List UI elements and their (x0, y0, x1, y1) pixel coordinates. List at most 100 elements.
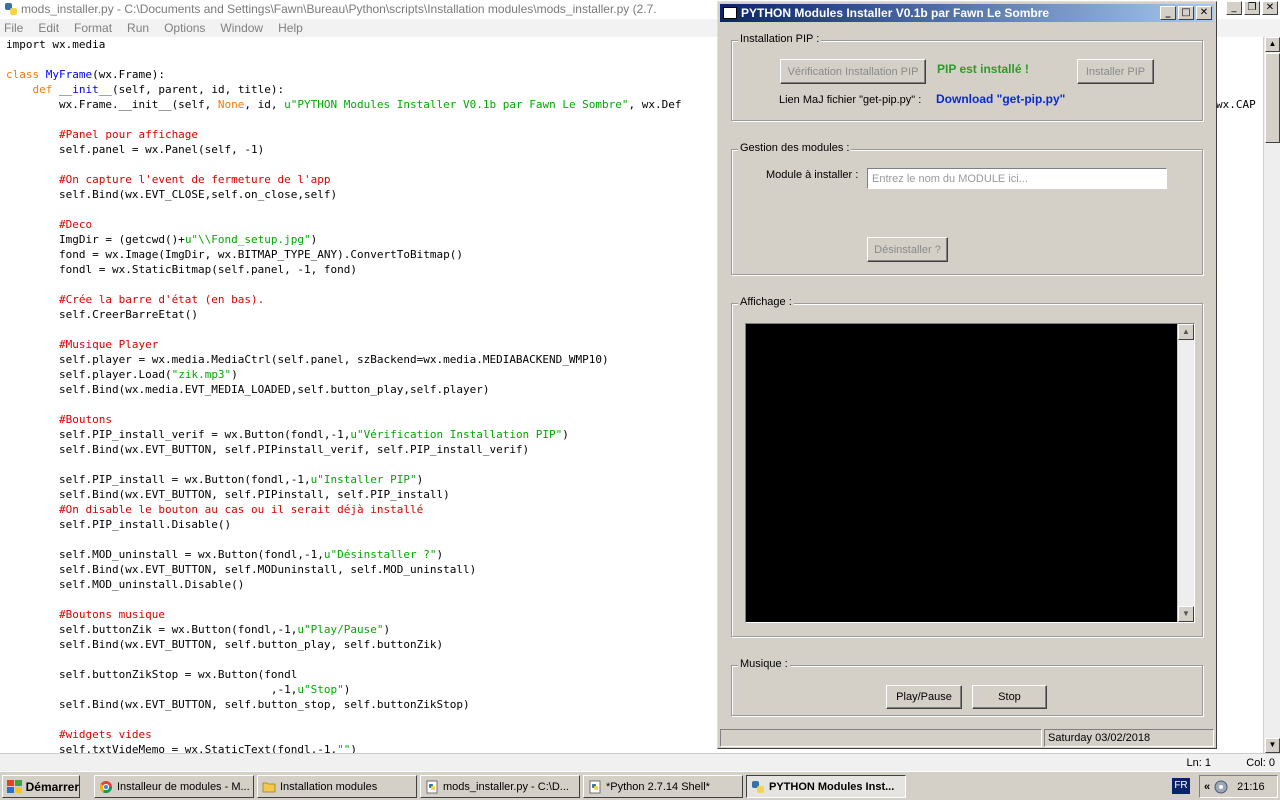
network-icon[interactable] (1214, 780, 1228, 794)
editor-close-button[interactable]: ✕ (1262, 1, 1278, 15)
task-label: mods_installer.py - C:\D... (443, 780, 569, 793)
code-token: self.MOD_uninstall = wx.Button(fondl,-1, (6, 548, 324, 561)
task-label: Installation modules (280, 780, 378, 793)
code-token: __init__ (59, 83, 112, 96)
menu-window[interactable]: Window (220, 21, 263, 35)
scroll-down-arrow-icon[interactable]: ▼ (1265, 738, 1280, 753)
stop-button[interactable]: Stop (972, 685, 1047, 709)
code-token: self.PIP_install_verif = wx.Button(fondl… (6, 428, 351, 441)
editor-statusbar: Ln: 1 Col: 0 (0, 753, 1280, 771)
code-token: self.PIP_install.Disable() (6, 518, 232, 531)
play-pause-button[interactable]: Play/Pause (886, 685, 962, 709)
display-group-label: Affichage : (738, 296, 794, 308)
editor-restore-button[interactable]: ❐ (1244, 1, 1260, 15)
menu-options[interactable]: Options (164, 21, 205, 35)
code-token: ,-1, (6, 683, 298, 696)
menu-run[interactable]: Run (127, 21, 149, 35)
uninstall-button[interactable]: Désinstaller ? (867, 237, 948, 262)
code-token: #Musique Player (6, 338, 159, 351)
window-icon (723, 7, 737, 19)
task-label: PYTHON Modules Inst... (769, 780, 895, 793)
scroll-up-arrow-icon[interactable]: ▲ (1265, 37, 1280, 52)
music-group-label: Musique : (738, 658, 790, 670)
tray-expand-icon[interactable]: « (1204, 781, 1210, 793)
code-token: #Boutons (6, 413, 112, 426)
task-folder[interactable]: Installation modules (257, 775, 417, 798)
install-pip-button[interactable]: Installer PIP (1077, 59, 1154, 84)
code-token: self.Bind(wx.EVT_CLOSE,self.on_close,sel… (6, 188, 338, 201)
installer-maximize-button[interactable]: □ (1178, 6, 1194, 20)
module-name-input[interactable]: Entrez le nom du MODULE ici... (867, 168, 1167, 189)
code-token: #Crée la barre d'état (en bas). (6, 293, 265, 306)
code-token: u"Désinstaller ?" (323, 548, 437, 561)
pip-link-label: Lien MaJ fichier "get-pip.py" : (779, 94, 922, 106)
code-token: (self, parent, id, title): (111, 83, 285, 96)
code-token: import wx.media (6, 38, 106, 51)
pip-status-text: PIP est installé ! (937, 62, 1029, 76)
language-indicator[interactable]: FR (1172, 778, 1190, 794)
menu-format[interactable]: Format (74, 21, 112, 35)
python-file-icon (426, 780, 438, 793)
code-token: ) (416, 473, 424, 486)
code-token: ) (231, 368, 238, 381)
code-token: self.Bind(wx.media.EVT_MEDIA_LOADED,self… (6, 383, 490, 396)
menu-edit[interactable]: Edit (38, 21, 59, 35)
code-token: self.Bind(wx.EVT_BUTTON, self.MODuninsta… (6, 563, 477, 576)
menu-file[interactable]: File (4, 21, 23, 35)
code-token: "zik.mp3" (171, 368, 232, 381)
code-token: wx.Frame.__init__(self, (6, 98, 218, 111)
scrollbar-thumb[interactable] (1265, 53, 1280, 143)
taskbar: Démarrer Installeur de modules - M... In… (0, 771, 1280, 800)
code-token: (wx.Frame): (92, 68, 165, 81)
python-icon (5, 3, 17, 15)
pip-group-label: Installation PIP : (738, 33, 822, 45)
code-token: fond = wx.Image(ImgDir, wx.BITMAP_TYPE_A… (6, 248, 463, 261)
console-scroll-down-icon[interactable]: ▼ (1178, 606, 1194, 622)
verify-pip-button[interactable]: Vérification Installation PIP (780, 59, 926, 84)
task-label: *Python 2.7.14 Shell* (606, 780, 710, 793)
python-shell-icon (589, 780, 601, 793)
python-window-icon (752, 780, 764, 793)
module-field-label: Module à installer : (766, 169, 859, 181)
code-token: #widgets vides (6, 728, 152, 741)
task-chrome[interactable]: Installeur de modules - M... (94, 775, 254, 798)
editor-minimize-button[interactable]: _ (1226, 1, 1242, 15)
installer-minimize-button[interactable]: _ (1160, 6, 1176, 20)
system-tray: « 21:16 (1199, 775, 1278, 798)
code-token: fondl = wx.StaticBitmap(self.panel, -1, … (6, 263, 357, 276)
chrome-icon (99, 780, 112, 793)
code-token: u"\\Fond_setup.jpg" (184, 233, 311, 246)
windows-logo-icon (7, 779, 23, 794)
code-token: u"Stop" (297, 683, 344, 696)
installer-window: PYTHON Modules Installer V0.1b par Fawn … (717, 1, 1217, 749)
code-token: ) (436, 548, 444, 561)
download-get-pip-link[interactable]: Download "get-pip.py" (936, 92, 1065, 106)
code-token: ) (343, 683, 351, 696)
music-group: Musique : (731, 658, 1203, 716)
output-console[interactable] (745, 323, 1195, 623)
code-token: , wx.Def (628, 98, 682, 111)
installer-statusbar: Saturday 03/02/2018 (720, 729, 1214, 748)
code-token: self.buttonZikStop = wx.Button(fondl (6, 668, 298, 681)
code-token: ImgDir = (getcwd()+ (6, 233, 185, 246)
start-button[interactable]: Démarrer (2, 775, 80, 798)
code-token: self.CreerBarreEtat() (6, 308, 199, 321)
editor-scrollbar[interactable]: ▲ ▼ (1263, 37, 1280, 753)
code-token: u"Play/Pause" (297, 623, 384, 636)
menu-help[interactable]: Help (278, 21, 303, 35)
status-date: Saturday 03/02/2018 (1044, 729, 1214, 747)
task-editor[interactable]: mods_installer.py - C:\D... (420, 775, 580, 798)
code-token: self.Bind(wx.EVT_BUTTON, self.PIPinstall… (6, 488, 450, 501)
code-token: def (32, 83, 59, 96)
task-shell[interactable]: *Python 2.7.14 Shell* (583, 775, 743, 798)
code-token: ) (562, 428, 569, 441)
installer-close-button[interactable]: ✕ (1196, 6, 1212, 20)
code-token: #On capture l'event de fermeture de l'ap… (6, 173, 331, 186)
installer-titlebar[interactable]: PYTHON Modules Installer V0.1b par Fawn … (720, 4, 1214, 22)
clock[interactable]: 21:16 (1237, 781, 1265, 793)
task-installer[interactable]: PYTHON Modules Inst... (746, 775, 906, 798)
console-scroll-up-icon[interactable]: ▲ (1178, 324, 1194, 340)
code-token: self.PIP_install = wx.Button(fondl,-1, (6, 473, 311, 486)
console-scrollbar[interactable]: ▲ ▼ (1177, 324, 1194, 622)
